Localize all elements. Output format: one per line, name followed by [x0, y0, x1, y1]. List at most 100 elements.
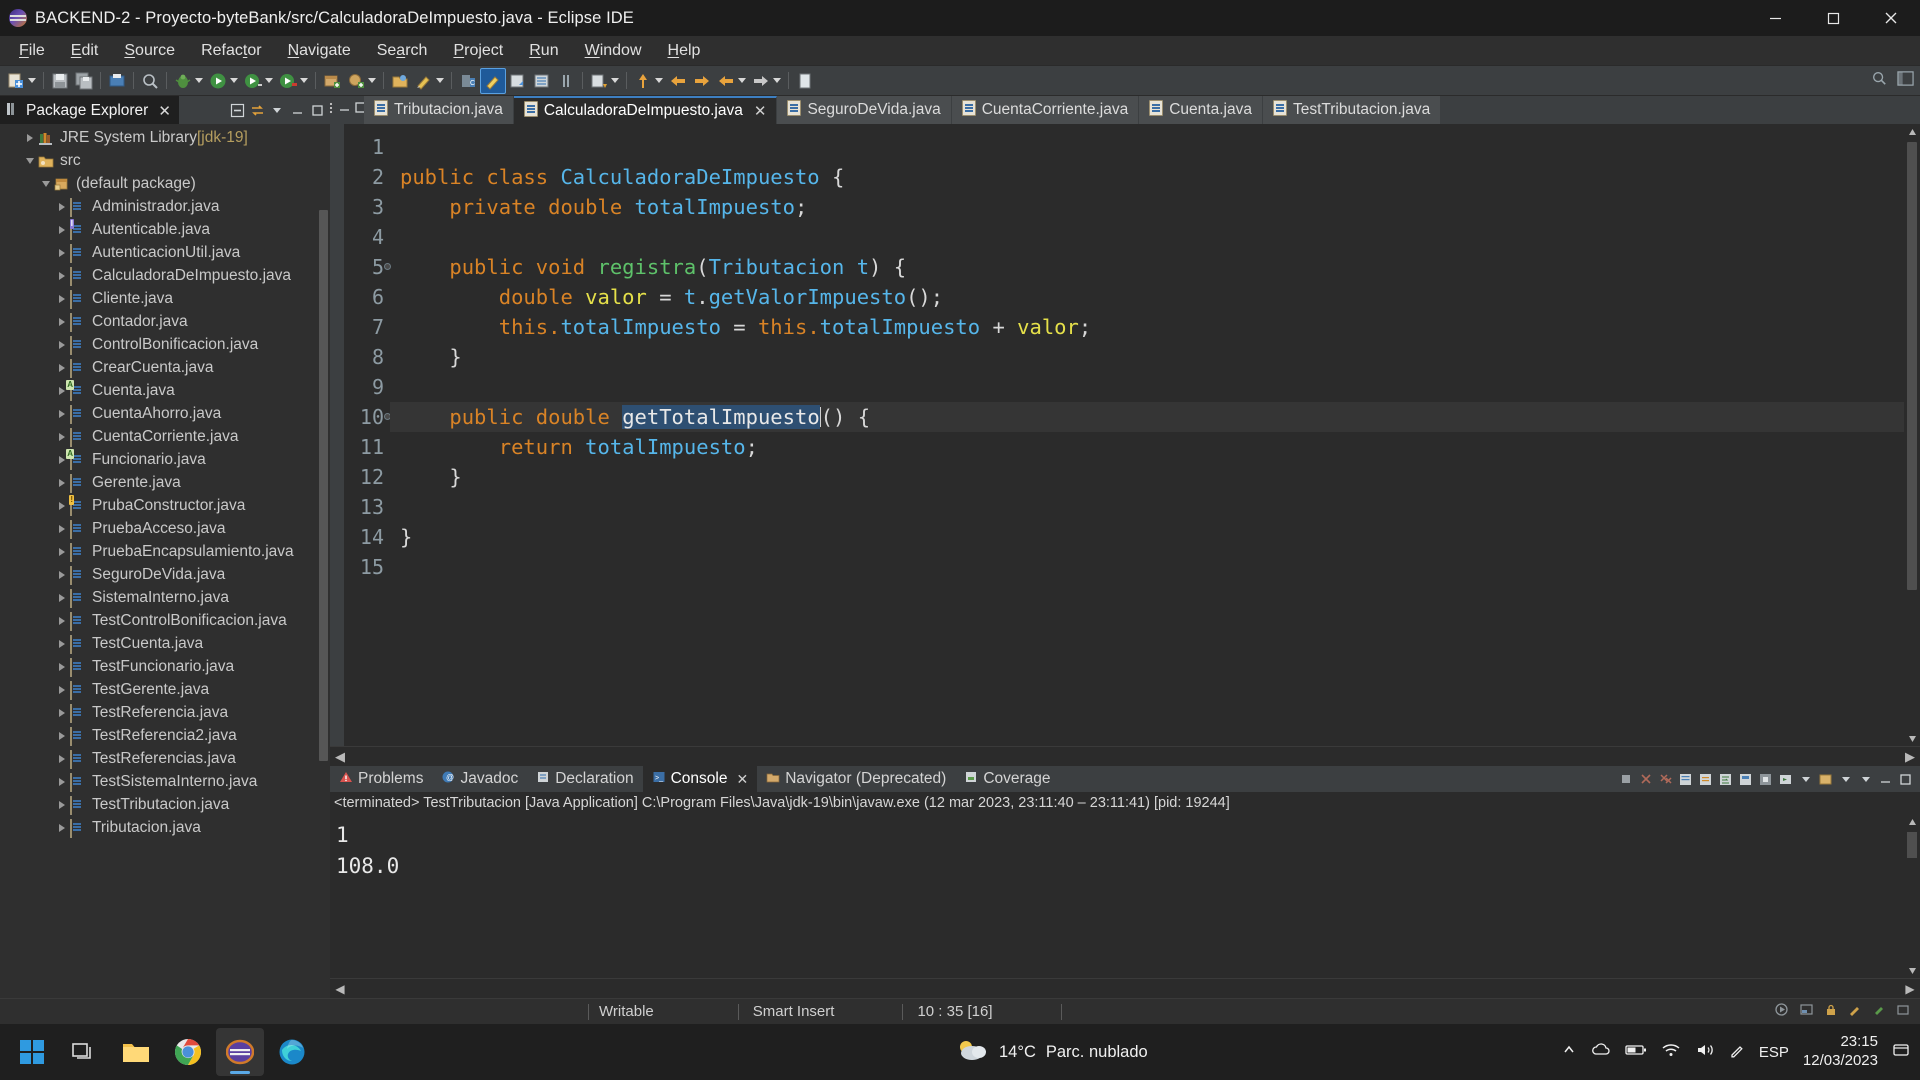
new-wizard-button[interactable]	[4, 68, 39, 94]
chevron-right-icon[interactable]	[54, 271, 70, 280]
chevron-right-icon[interactable]	[54, 731, 70, 740]
scroll-right-icon[interactable]: ▶	[1900, 982, 1920, 996]
console-vertical-scrollbar[interactable]	[1904, 814, 1920, 978]
back-alt-button[interactable]	[714, 68, 749, 94]
pin-editor-button[interactable]	[793, 68, 817, 94]
editor-tab[interactable]: Tributacion.java	[364, 96, 514, 124]
scroll-down-icon[interactable]	[1904, 962, 1920, 978]
open-task-list-button[interactable]	[530, 68, 554, 94]
bottom-panel-tab[interactable]: Navigator (Deprecated)	[757, 766, 955, 792]
clear-console-icon[interactable]	[1677, 771, 1694, 788]
tree-item[interactable]: Cliente.java	[0, 287, 330, 310]
tree-item[interactable]: CrearCuenta.java	[0, 356, 330, 379]
menu-source[interactable]: Source	[111, 39, 188, 63]
maximize-panel-icon[interactable]	[1897, 771, 1914, 788]
editor-marker-bar[interactable]	[330, 124, 344, 746]
perspective-java-icon[interactable]	[1897, 70, 1914, 92]
tree-item[interactable]: Gerente.java	[0, 471, 330, 494]
code-editor[interactable]: 1 2 3 4 5 6 7 8 9 10 11 12 13 14 15 public class Calcu…	[330, 124, 1920, 746]
back-button[interactable]	[666, 68, 690, 94]
selected-method-name[interactable]: getTotalImpuesto	[622, 405, 820, 429]
chevron-right-icon[interactable]	[54, 547, 70, 556]
search-button[interactable]	[138, 68, 162, 94]
terminate-icon[interactable]	[1617, 771, 1634, 788]
maximize-button[interactable]	[1804, 0, 1862, 36]
bottom-panel-tab[interactable]: Coverage	[955, 766, 1059, 792]
scroll-down-icon[interactable]	[1904, 730, 1920, 746]
chevron-right-icon[interactable]	[54, 823, 70, 832]
tree-item[interactable]: AutenticacionUtil.java	[0, 241, 330, 264]
tree-item[interactable]: JRE System Library [jdk-19]	[0, 126, 330, 149]
new-class-button[interactable]	[344, 68, 379, 94]
chevron-down-icon[interactable]	[773, 78, 781, 83]
debug-button[interactable]	[171, 68, 206, 94]
chevron-right-icon[interactable]	[54, 225, 70, 234]
tree-item[interactable]: TestGerente.java	[0, 678, 330, 701]
chevron-right-icon[interactable]	[54, 409, 70, 418]
minimize-button[interactable]	[1746, 0, 1804, 36]
chevron-down-icon[interactable]	[22, 157, 38, 164]
editor-code-area[interactable]: public class CalculadoraDeImpuesto { pri…	[390, 124, 1920, 746]
link-with-editor-icon[interactable]	[248, 101, 266, 119]
console-output-area[interactable]: 1 108.0	[330, 814, 1920, 978]
chevron-right-icon[interactable]	[54, 593, 70, 602]
bottom-panel-tab[interactable]: >_ Console ✕	[642, 766, 758, 792]
display-selected-console-icon[interactable]	[1777, 771, 1794, 788]
menu-navigate[interactable]: Navigate	[275, 39, 364, 63]
chevron-right-icon[interactable]	[54, 340, 70, 349]
chevron-right-icon[interactable]	[54, 754, 70, 763]
forward-button[interactable]	[690, 68, 714, 94]
task-view-button[interactable]	[60, 1028, 108, 1076]
windows-start-button[interactable]	[8, 1028, 56, 1076]
chevron-right-icon[interactable]	[54, 501, 70, 510]
edit-icon[interactable]	[1848, 1003, 1862, 1021]
chevron-right-icon[interactable]	[54, 478, 70, 487]
menu-help[interactable]: Help	[655, 39, 714, 63]
scrollbar-thumb[interactable]	[1907, 832, 1917, 858]
print-button[interactable]	[105, 68, 129, 94]
console-horizontal-scrollbar[interactable]: ◀ ▶	[330, 978, 1920, 998]
minimize-panel-icon[interactable]	[1877, 771, 1894, 788]
chevron-down-icon[interactable]	[738, 78, 746, 83]
tree-item[interactable]: src	[0, 149, 330, 172]
chevron-right-icon[interactable]	[54, 432, 70, 441]
bottom-panel-tab[interactable]: Declaration	[527, 766, 642, 792]
chrome-button[interactable]	[164, 1028, 212, 1076]
close-tab-icon[interactable]: ✕	[736, 771, 748, 788]
chevron-right-icon[interactable]	[54, 363, 70, 372]
view-menu-icon[interactable]	[1857, 771, 1874, 788]
toggle-java-editor-button[interactable]	[480, 67, 506, 94]
view-menu-icon[interactable]	[268, 101, 286, 119]
minimize-editor-icon[interactable]	[338, 101, 351, 119]
chevron-right-icon[interactable]	[22, 133, 38, 142]
forward-alt-button[interactable]	[749, 68, 784, 94]
tree-item[interactable]: TestReferencia.java	[0, 701, 330, 724]
chevron-down-icon[interactable]	[265, 78, 273, 83]
open-console-dropdown-icon[interactable]	[1837, 771, 1854, 788]
taskbar-weather-widget[interactable]: 14°C Parc. nublado	[955, 1037, 1148, 1068]
console-dropdown-icon[interactable]	[1797, 771, 1814, 788]
chevron-down-icon[interactable]	[28, 78, 36, 83]
open-console-icon[interactable]	[1817, 771, 1834, 788]
scroll-lock-icon[interactable]	[1697, 771, 1714, 788]
heap-status-icon[interactable]	[1799, 1002, 1814, 1021]
editor-tab[interactable]: CuentaCorriente.java	[951, 96, 1140, 124]
chevron-down-icon[interactable]	[230, 78, 238, 83]
chevron-down-icon[interactable]	[368, 78, 376, 83]
scrollbar-thumb[interactable]	[1907, 142, 1917, 590]
scroll-left-icon[interactable]: ◀	[330, 982, 350, 996]
chevron-down-icon[interactable]	[38, 180, 54, 187]
chevron-right-icon[interactable]	[54, 202, 70, 211]
open-resource-button[interactable]	[388, 68, 412, 94]
coverage-button[interactable]	[276, 68, 311, 94]
tree-item[interactable]: TestReferencias.java	[0, 747, 330, 770]
editor-tab[interactable]: TestTributacion.java	[1262, 96, 1442, 124]
editor-horizontal-scrollbar[interactable]: ◀ ▶	[330, 746, 1920, 766]
chevron-down-icon[interactable]	[611, 78, 619, 83]
maximize-view-icon[interactable]	[308, 101, 326, 119]
tree-item[interactable]: A Funcionario.java	[0, 448, 330, 471]
editor-tab[interactable]: Cuenta.java	[1139, 96, 1263, 124]
chevron-down-icon[interactable]	[300, 78, 308, 83]
menu-file[interactable]: File	[6, 39, 58, 63]
run-button[interactable]	[206, 68, 241, 94]
